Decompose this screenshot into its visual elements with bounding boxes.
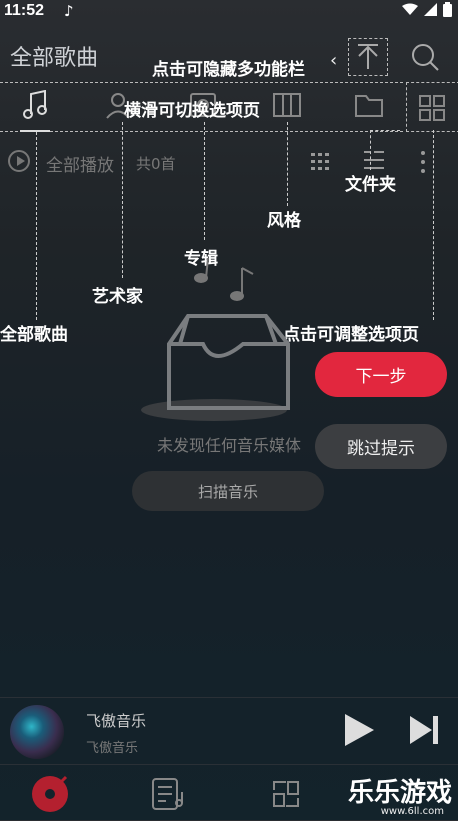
status-bar: 11:52 ♪ xyxy=(0,0,458,24)
next-step-button[interactable]: 下一步 xyxy=(315,352,447,397)
switch-device-icon[interactable] xyxy=(270,778,302,810)
tip-swipe-tabs: 横滑可切换选项页 xyxy=(124,101,260,121)
page-title: 全部歌曲 xyxy=(10,46,99,71)
tab-all-songs[interactable] xyxy=(18,88,52,122)
guide-line-style xyxy=(287,122,288,206)
tab-settings-button[interactable] xyxy=(406,82,458,132)
playlist-icon[interactable] xyxy=(152,778,186,810)
now-playing-title: 飞傲音乐 xyxy=(86,712,147,730)
tip-adjust-tabs: 点击可调整选项页 xyxy=(283,325,419,345)
play-all-icon[interactable] xyxy=(8,150,30,172)
now-playing-artist: 飞傲音乐 xyxy=(86,741,139,756)
music-notification-icon: ♪ xyxy=(64,2,74,20)
watermark-logo: 乐乐游戏 xyxy=(347,778,452,808)
scan-music-button[interactable]: 扫描音乐 xyxy=(132,471,324,511)
album-cover[interactable] xyxy=(10,705,64,759)
music-notes-icon xyxy=(194,258,254,301)
guide-line-album xyxy=(204,122,205,240)
wifi-icon xyxy=(402,3,418,15)
tip-hide-toolbar: 点击可隐藏多功能栏 xyxy=(152,60,305,80)
guide-line-all-songs xyxy=(36,132,37,320)
guide-line-folder-h xyxy=(370,130,400,131)
collapse-toolbar-button[interactable] xyxy=(348,38,388,76)
tab-styles[interactable] xyxy=(270,88,304,122)
tip-artist: 艺术家 xyxy=(92,287,143,307)
watermark-url: www.6ll.com xyxy=(380,806,444,817)
guide-line-adjust xyxy=(433,130,434,320)
play-icon[interactable] xyxy=(342,712,376,748)
tip-arrow-left-icon: ‹ xyxy=(330,50,338,71)
multi-select-icon[interactable] xyxy=(310,150,332,172)
tip-folder: 文件夹 xyxy=(345,175,396,195)
search-button[interactable] xyxy=(408,40,442,74)
status-time: 11:52 xyxy=(4,2,45,19)
active-tab-indicator xyxy=(20,130,50,132)
folder-icon xyxy=(355,95,383,117)
status-icons xyxy=(402,2,452,17)
mini-player[interactable] xyxy=(0,697,458,764)
empty-box-illustration xyxy=(141,258,290,421)
sort-icon[interactable] xyxy=(362,148,386,172)
vinyl-disc-icon[interactable] xyxy=(30,774,70,814)
tab-folders[interactable] xyxy=(352,88,386,122)
guide-line-artist xyxy=(122,122,123,278)
search-icon xyxy=(412,44,439,71)
more-options-icon[interactable] xyxy=(418,150,428,174)
music-note-icon xyxy=(23,90,47,119)
tip-style: 风格 xyxy=(267,211,301,231)
song-count: 共0首 xyxy=(136,155,176,173)
signal-icon xyxy=(424,3,437,16)
tip-all-songs: 全部歌曲 xyxy=(0,325,68,345)
play-all-label[interactable]: 全部播放 xyxy=(46,151,114,176)
piano-icon xyxy=(273,93,301,117)
battery-icon xyxy=(443,2,452,17)
guide-line-folder xyxy=(370,130,371,170)
skip-next-icon[interactable] xyxy=(408,714,440,746)
arrow-up-icon xyxy=(358,44,378,69)
skip-tips-button[interactable]: 跳过提示 xyxy=(315,424,447,469)
grid-icon xyxy=(419,95,445,121)
